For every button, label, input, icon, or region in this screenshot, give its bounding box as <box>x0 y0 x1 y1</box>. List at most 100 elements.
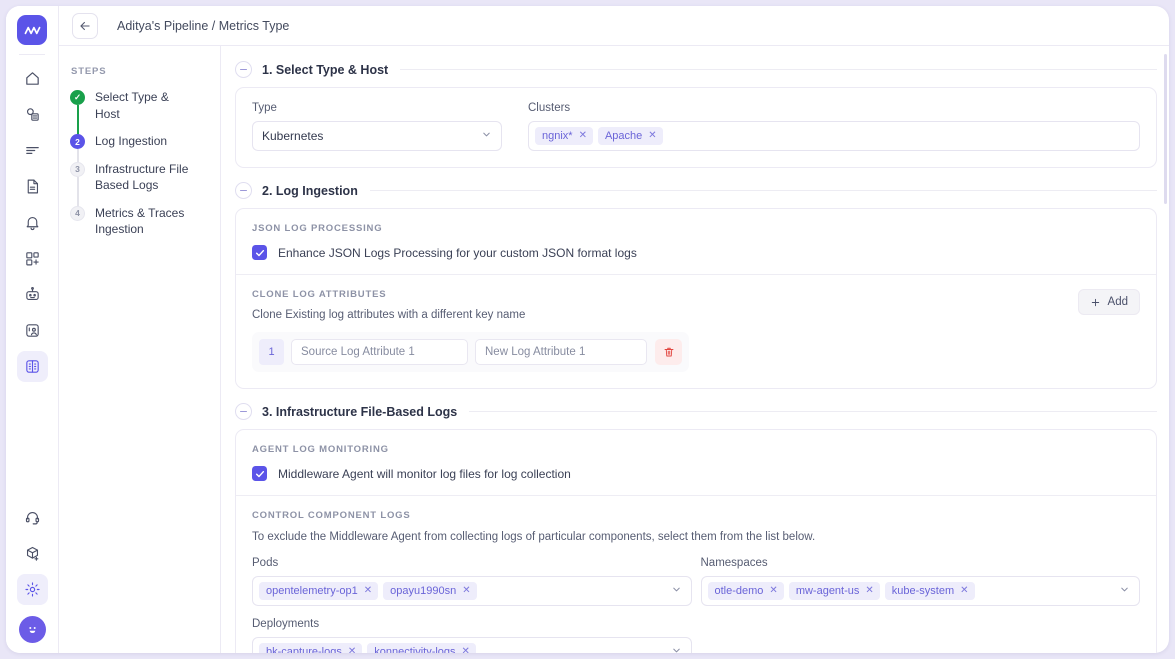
control-component-logs-subhead: CONTROL COMPONENT LOGS <box>252 510 1140 521</box>
tag-label: mw-agent-us <box>796 585 860 597</box>
sidebar-step-log-ingestion[interactable]: 2 Log Ingestion <box>70 133 220 150</box>
agent-monitoring-checkbox[interactable] <box>252 466 267 481</box>
delete-clone-row-button[interactable] <box>655 339 682 365</box>
chevron-down-icon[interactable] <box>671 582 682 600</box>
step-label: Metrics & Traces Ingestion <box>95 205 195 238</box>
tag[interactable]: kube-system ✕ <box>885 582 975 600</box>
tag[interactable]: Apache ✕ <box>598 127 663 145</box>
tag[interactable]: opayu1990sn ✕ <box>383 582 476 600</box>
user-avatar[interactable] <box>19 616 46 643</box>
json-processing-label: Enhance JSON Logs Processing for your cu… <box>278 246 637 260</box>
scrollbar-thumb[interactable] <box>1164 54 1167 204</box>
middleware-logo[interactable] <box>17 15 47 45</box>
tag-label: ngnix* <box>542 130 573 142</box>
breadcrumb: Aditya's Pipeline / Metrics Type <box>117 19 289 33</box>
divider <box>236 274 1156 275</box>
remove-tag-icon[interactable]: ✕ <box>579 131 587 141</box>
pods-select[interactable]: opentelemetry-op1 ✕ opayu1990sn ✕ <box>252 576 692 606</box>
namespaces-select[interactable]: otle-demo ✕ mw-agent-us ✕ kube-system ✕ <box>701 576 1141 606</box>
remove-tag-icon[interactable]: ✕ <box>348 647 356 653</box>
collapse-toggle-section-2[interactable] <box>235 182 252 199</box>
collapse-toggle-section-1[interactable] <box>235 61 252 78</box>
new-log-attribute-input[interactable]: New Log Attribute 1 <box>475 339 647 365</box>
remove-tag-icon[interactable]: ✕ <box>648 131 656 141</box>
form-scroll-area[interactable]: 1. Select Type & Host Type Kubernetes <box>221 46 1169 653</box>
agent-log-monitoring-subhead: AGENT LOG MONITORING <box>252 444 1140 455</box>
chevron-down-icon <box>481 129 492 143</box>
collapse-toggle-section-3[interactable] <box>235 403 252 420</box>
pipeline-grid-icon[interactable] <box>17 351 48 382</box>
infrastructure-icon[interactable] <box>17 99 48 130</box>
section-rule <box>370 190 1157 191</box>
add-clone-attribute-button[interactable]: Add <box>1078 289 1140 315</box>
spacer <box>701 618 1141 653</box>
section-2-title: 2. Log Ingestion <box>262 184 358 198</box>
step-marker: 4 <box>70 206 85 221</box>
type-field-group: Type Kubernetes <box>252 102 502 151</box>
top-bar: Aditya's Pipeline / Metrics Type <box>59 6 1169 46</box>
step-marker: ✓ <box>70 90 85 105</box>
clone-helper-text: Clone Existing log attributes with a dif… <box>252 309 1078 321</box>
agent-monitoring-checkbox-row[interactable]: Middleware Agent will monitor log files … <box>252 466 1140 481</box>
remove-tag-icon[interactable]: ✕ <box>364 586 372 596</box>
namespaces-label: Namespaces <box>701 557 1141 569</box>
user-report-icon[interactable] <box>17 315 48 346</box>
section-3-card: AGENT LOG MONITORING Middleware Agent wi… <box>235 429 1157 653</box>
step-label: Select Type & Host <box>95 89 195 122</box>
package-cube-icon[interactable] <box>17 538 48 569</box>
document-icon[interactable] <box>17 171 48 202</box>
tag-label: konnectivity-logs <box>374 646 455 653</box>
source-log-attribute-input[interactable]: Source Log Attribute 1 <box>291 339 468 365</box>
section-1-title: 1. Select Type & Host <box>262 63 388 77</box>
remove-tag-icon[interactable]: ✕ <box>769 586 777 596</box>
sidebar-step-infrastructure-file-based-logs[interactable]: 3 Infrastructure File Based Logs <box>70 161 220 194</box>
main-area: Aditya's Pipeline / Metrics Type STEPS ✓… <box>59 6 1169 653</box>
settings-gear-icon[interactable] <box>17 574 48 605</box>
section-1-header: 1. Select Type & Host <box>235 61 1157 78</box>
chevron-down-icon[interactable] <box>1119 582 1130 600</box>
tag[interactable]: otle-demo ✕ <box>708 582 784 600</box>
tag[interactable]: mw-agent-us ✕ <box>789 582 880 600</box>
back-button[interactable] <box>72 13 98 39</box>
tag[interactable]: konnectivity-logs ✕ <box>367 643 476 653</box>
deployments-select[interactable]: bk-capture-logs ✕ konnectivity-logs ✕ <box>252 637 692 653</box>
type-label: Type <box>252 102 502 114</box>
sidebar-step-select-type-host[interactable]: ✓ Select Type & Host <box>70 89 220 122</box>
tag-label: otle-demo <box>715 585 764 597</box>
trash-icon <box>663 346 675 358</box>
control-helper-text: To exclude the Middleware Agent from col… <box>252 531 1140 543</box>
support-headset-icon[interactable] <box>17 502 48 533</box>
section-rule <box>469 411 1157 412</box>
rail-bottom-group <box>6 502 59 643</box>
type-select[interactable]: Kubernetes <box>252 121 502 151</box>
tag[interactable]: opentelemetry-op1 ✕ <box>259 582 378 600</box>
tag-label: opentelemetry-op1 <box>266 585 358 597</box>
section-3-title: 3. Infrastructure File-Based Logs <box>262 405 457 419</box>
steps-title: STEPS <box>70 66 220 77</box>
tag[interactable]: bk-capture-logs ✕ <box>259 643 362 653</box>
check-icon <box>255 469 265 479</box>
rail-divider <box>19 54 45 55</box>
add-widget-icon[interactable] <box>17 243 48 274</box>
json-processing-checkbox-row[interactable]: Enhance JSON Logs Processing for your cu… <box>252 245 1140 260</box>
robot-ai-icon[interactable] <box>17 279 48 310</box>
remove-tag-icon[interactable]: ✕ <box>462 647 470 653</box>
divider <box>236 495 1156 496</box>
remove-tag-icon[interactable]: ✕ <box>462 586 470 596</box>
tag-label: opayu1990sn <box>390 585 456 597</box>
logs-icon[interactable] <box>17 135 48 166</box>
remove-tag-icon[interactable]: ✕ <box>960 586 968 596</box>
plus-icon <box>1090 297 1101 308</box>
remove-tag-icon[interactable]: ✕ <box>865 586 873 596</box>
json-processing-checkbox[interactable] <box>252 245 267 260</box>
alerts-bell-icon[interactable] <box>17 207 48 238</box>
content-body: STEPS ✓ Select Type & Host 2 Log Ingesti… <box>59 46 1169 653</box>
sidebar-step-metrics-traces-ingestion[interactable]: 4 Metrics & Traces Ingestion <box>70 205 220 238</box>
chevron-down-icon[interactable] <box>671 643 682 653</box>
tag-label: kube-system <box>892 585 954 597</box>
icon-rail <box>6 6 59 653</box>
home-icon[interactable] <box>17 63 48 94</box>
step-marker: 2 <box>70 134 85 149</box>
clusters-input[interactable]: ngnix* ✕ Apache ✕ <box>528 121 1140 151</box>
tag[interactable]: ngnix* ✕ <box>535 127 593 145</box>
